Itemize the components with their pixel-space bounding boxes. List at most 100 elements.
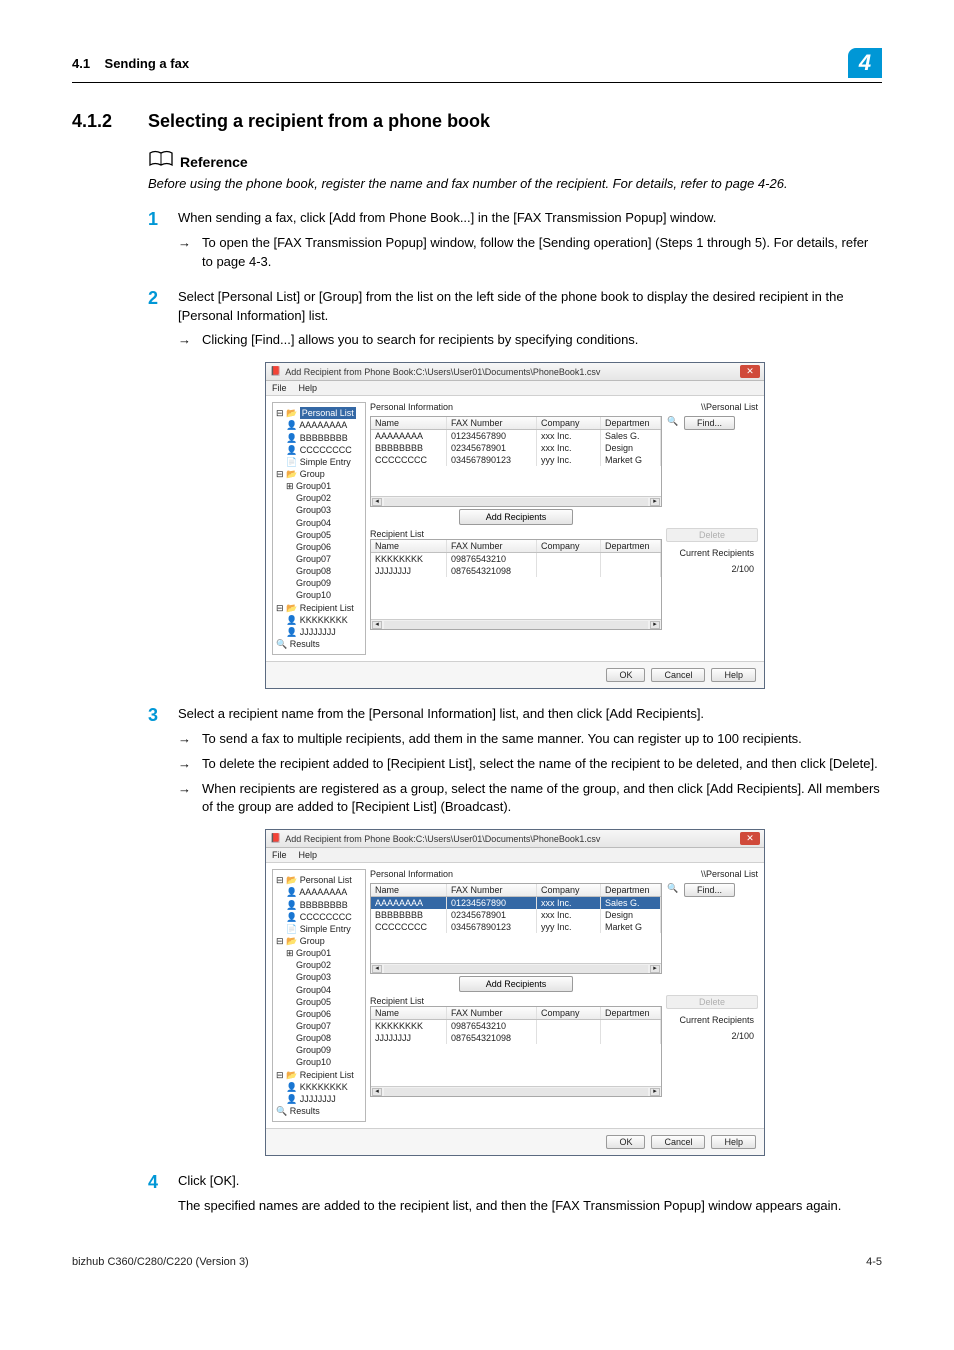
th-name[interactable]: Name [375, 1008, 399, 1018]
table-row[interactable]: JJJJJJJJ087654321098 [371, 1032, 661, 1044]
tree-group-item[interactable]: Group08 [296, 566, 331, 576]
th-fax[interactable]: FAX Number [451, 418, 503, 428]
th-company[interactable]: Company [541, 541, 580, 551]
recipient-list-table[interactable]: Name FAX Number Company Departmen KKKKKK… [370, 1006, 662, 1097]
h-scrollbar[interactable]: ◂▸ [371, 1086, 661, 1096]
tree-group-item[interactable]: Group03 [296, 972, 331, 982]
table-row[interactable]: KKKKKKKK09876543210 [371, 553, 661, 565]
tree-group-item[interactable]: Group04 [296, 518, 331, 528]
find-button[interactable]: Find... [684, 883, 735, 897]
close-button[interactable]: ✕ [740, 832, 760, 845]
tree-group-item[interactable]: Group05 [296, 530, 331, 540]
table-row[interactable]: KKKKKKKK09876543210 [371, 1020, 661, 1032]
menu-file[interactable]: File [272, 383, 287, 393]
h-scrollbar[interactable]: ◂▸ [371, 496, 661, 506]
tree-results[interactable]: Results [290, 1106, 320, 1116]
th-department[interactable]: Departmen [605, 885, 650, 895]
menu-help[interactable]: Help [299, 383, 318, 393]
tree-group[interactable]: Group [300, 936, 325, 946]
table-row[interactable]: CCCCCCCC034567890123yyy Inc.Market G [371, 921, 661, 933]
h-scrollbar[interactable]: ◂▸ [371, 619, 661, 629]
table-row[interactable]: CCCCCCCC034567890123yyy Inc.Market G [371, 454, 661, 466]
tree-group-item[interactable]: Group06 [296, 1009, 331, 1019]
tree-group-item[interactable]: Group02 [296, 493, 331, 503]
tree-group-item[interactable]: Group07 [296, 554, 331, 564]
tree-group-item[interactable]: Group01 [296, 481, 331, 491]
tree-recipient-list[interactable]: Recipient List [300, 603, 354, 613]
th-department[interactable]: Departmen [605, 1008, 650, 1018]
tree-simple-entry[interactable]: Simple Entry [300, 924, 351, 934]
menu-file[interactable]: File [272, 850, 287, 860]
dialog-titlebar[interactable]: 📕 Add Recipient from Phone Book:C:\Users… [266, 363, 764, 381]
tree-entry[interactable]: CCCCCCCC [300, 912, 352, 922]
cancel-button[interactable]: Cancel [651, 668, 705, 682]
header-section-title: Sending a fax [105, 56, 190, 71]
tree-entry[interactable]: JJJJJJJJ [300, 1094, 336, 1104]
help-button[interactable]: Help [711, 1135, 756, 1149]
recipient-list-table[interactable]: Name FAX Number Company Departmen KKKKKK… [370, 539, 662, 630]
ok-button[interactable]: OK [606, 1135, 645, 1149]
tree-entry[interactable]: KKKKKKKK [300, 615, 348, 625]
cancel-button[interactable]: Cancel [651, 1135, 705, 1149]
table-row[interactable]: JJJJJJJJ087654321098 [371, 565, 661, 577]
th-name[interactable]: Name [375, 541, 399, 551]
tree-group-item[interactable]: Group09 [296, 578, 331, 588]
tree-simple-entry[interactable]: Simple Entry [300, 457, 351, 467]
tree-recipient-list[interactable]: Recipient List [300, 1070, 354, 1080]
find-button[interactable]: Find... [684, 416, 735, 430]
tree-group-item[interactable]: Group10 [296, 1057, 331, 1067]
tree-group-item[interactable]: Group09 [296, 1045, 331, 1055]
tree-group-item[interactable]: Group06 [296, 542, 331, 552]
current-recipients-label: Current Recipients [666, 548, 758, 558]
add-recipients-button[interactable]: Add Recipients [459, 509, 574, 525]
tree-panel[interactable]: ⊟ 📂 Personal List 👤 AAAAAAAA 👤 BBBBBBBB … [272, 402, 366, 655]
tree-group-item[interactable]: Group01 [296, 948, 331, 958]
delete-button[interactable]: Delete [666, 528, 758, 542]
table-row[interactable]: BBBBBBBB02345678901xxx Inc.Design [371, 442, 661, 454]
tree-entry[interactable]: BBBBBBBB [300, 900, 348, 910]
tree-entry[interactable]: CCCCCCCC [300, 445, 352, 455]
tree-group-item[interactable]: Group02 [296, 960, 331, 970]
step-2: 2 Select [Personal List] or [Group] from… [148, 288, 882, 351]
th-company[interactable]: Company [541, 1008, 580, 1018]
ok-button[interactable]: OK [606, 668, 645, 682]
personal-info-table[interactable]: Name FAX Number Company Departmen AAAAAA… [370, 416, 662, 507]
personal-info-table[interactable]: Name FAX Number Company Departmen AAAAAA… [370, 883, 662, 974]
tree-group-item[interactable]: Group03 [296, 505, 331, 515]
close-button[interactable]: ✕ [740, 365, 760, 378]
help-button[interactable]: Help [711, 668, 756, 682]
tree-entry[interactable]: JJJJJJJJ [300, 627, 336, 637]
th-company[interactable]: Company [541, 885, 580, 895]
add-recipients-button[interactable]: Add Recipients [459, 976, 574, 992]
th-company[interactable]: Company [541, 418, 580, 428]
h-scrollbar[interactable]: ◂▸ [371, 963, 661, 973]
th-department[interactable]: Departmen [605, 541, 650, 551]
dialog-titlebar[interactable]: 📕 Add Recipient from Phone Book:C:\Users… [266, 830, 764, 848]
menu-help[interactable]: Help [299, 850, 318, 860]
tree-entry[interactable]: AAAAAAAA [299, 887, 347, 897]
th-fax[interactable]: FAX Number [451, 541, 503, 551]
tree-personal-list[interactable]: Personal List [300, 875, 352, 885]
tree-entry[interactable]: AAAAAAAA [299, 420, 347, 430]
th-name[interactable]: Name [375, 885, 399, 895]
table-row[interactable]: AAAAAAAA01234567890xxx Inc.Sales G. [371, 430, 661, 442]
th-fax[interactable]: FAX Number [451, 885, 503, 895]
tree-entry[interactable]: BBBBBBBB [300, 433, 348, 443]
th-name[interactable]: Name [375, 418, 399, 428]
tree-group-item[interactable]: Group07 [296, 1021, 331, 1031]
tree-group-item[interactable]: Group08 [296, 1033, 331, 1043]
th-department[interactable]: Departmen [605, 418, 650, 428]
step-1-sub1: To open the [FAX Transmission Popup] win… [202, 234, 882, 272]
tree-panel[interactable]: ⊟ 📂 Personal List 👤 AAAAAAAA 👤 BBBBBBBB … [272, 869, 366, 1122]
tree-results[interactable]: Results [290, 639, 320, 649]
table-row[interactable]: AAAAAAAA01234567890xxx Inc.Sales G. [371, 897, 661, 909]
tree-group-item[interactable]: Group10 [296, 590, 331, 600]
tree-personal-list[interactable]: Personal List [300, 407, 356, 419]
th-fax[interactable]: FAX Number [451, 1008, 503, 1018]
tree-group-item[interactable]: Group05 [296, 997, 331, 1007]
delete-button[interactable]: Delete [666, 995, 758, 1009]
tree-group[interactable]: Group [300, 469, 325, 479]
table-row[interactable]: BBBBBBBB02345678901xxx Inc.Design [371, 909, 661, 921]
tree-entry[interactable]: KKKKKKKK [300, 1082, 348, 1092]
tree-group-item[interactable]: Group04 [296, 985, 331, 995]
